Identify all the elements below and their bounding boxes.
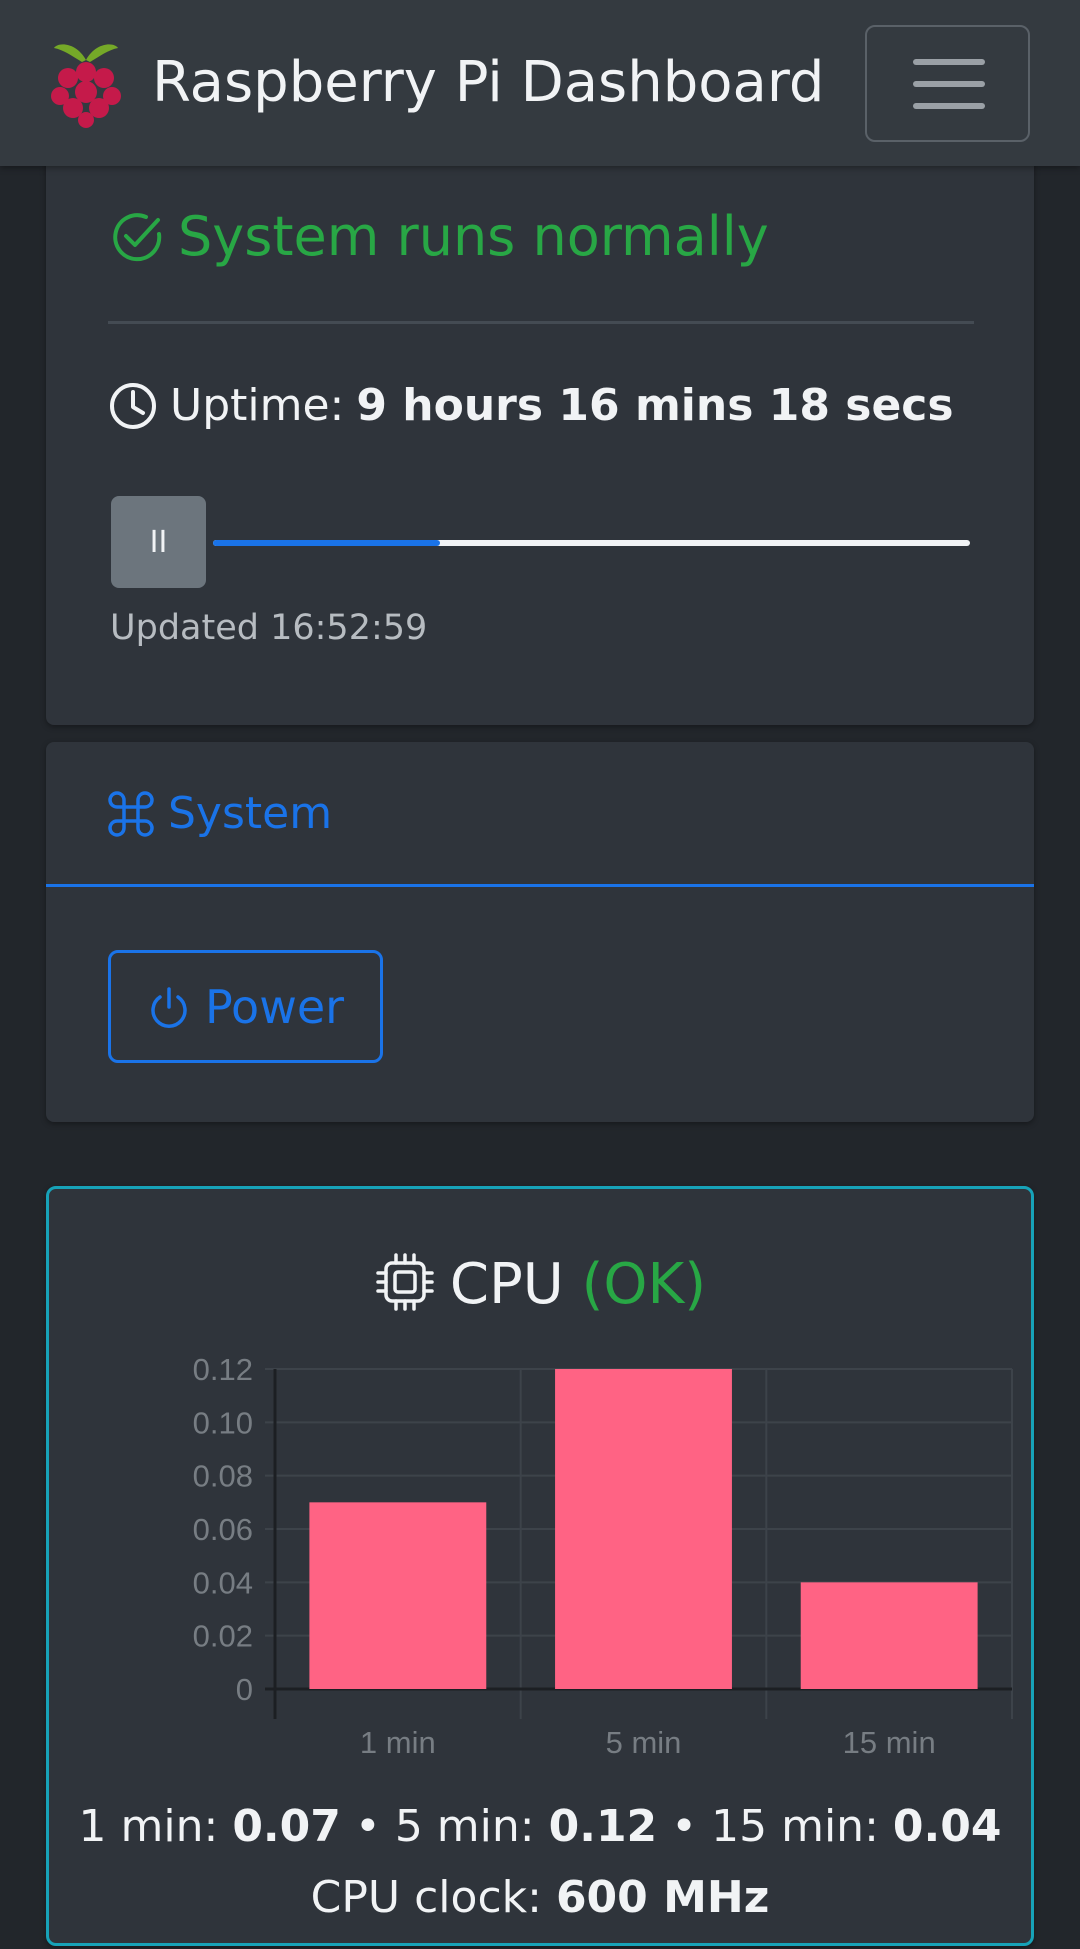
load-15-value: 0.04: [892, 1801, 1002, 1852]
separator: •: [354, 1801, 381, 1852]
navbar: Raspberry Pi Dashboard: [0, 0, 1080, 166]
uptime-value: 9 hours 16 mins 18 secs: [356, 380, 954, 431]
pause-icon: II: [149, 524, 168, 560]
y-tick-label: 0.04: [193, 1565, 253, 1600]
divider: [108, 321, 974, 324]
status-heading: System runs normally: [110, 205, 769, 268]
cpu-clock-value: 600 MHz: [555, 1872, 770, 1923]
tab-system-label: System: [168, 788, 333, 839]
cpu-chip-icon: [376, 1253, 434, 1311]
x-tick-label: 15 min: [843, 1725, 936, 1760]
bar-5-min: [555, 1369, 732, 1689]
check-circle-icon: [113, 212, 162, 261]
power-icon: [151, 986, 187, 1028]
separator: •: [671, 1801, 698, 1852]
uptime-label: Uptime:: [170, 380, 345, 431]
load-5-label: 5 min:: [394, 1801, 535, 1852]
cpu-card: CPU (OK) 0 0.02 0.04 0.06 0.08 0.10 0.12 1 min 5…: [46, 1186, 1034, 1946]
refresh-progress-fill: [213, 540, 441, 546]
load-1-value: 0.07: [232, 1801, 341, 1852]
cpu-clock-label: CPU clock:: [310, 1872, 542, 1923]
y-tick-label: 0.06: [193, 1512, 253, 1547]
raspberry-pi-logo[interactable]: [46, 38, 126, 128]
bar-1-min: [309, 1502, 487, 1689]
cpu-title: CPU: [449, 1252, 564, 1317]
hamburger-line: [913, 103, 985, 109]
tab-system[interactable]: System: [108, 788, 332, 839]
cpu-heading: CPU (OK): [49, 1251, 1031, 1317]
power-button-label: Power: [204, 979, 345, 1034]
power-button[interactable]: Power: [108, 950, 383, 1063]
clock-icon: [110, 382, 156, 429]
app-title[interactable]: Raspberry Pi Dashboard: [152, 50, 824, 115]
load-averages: 1 min: 0.07 • 5 min: 0.12 • 15 min: 0.04: [49, 1801, 1031, 1852]
status-card: System runs normally Uptime: 9 hours 16 …: [46, 150, 1034, 725]
bar-15-min: [800, 1582, 978, 1689]
tab-underline: [46, 884, 1034, 887]
load-15-label: 15 min:: [711, 1801, 879, 1852]
x-tick-label: 1 min: [360, 1725, 436, 1760]
y-tick-label: 0.02: [193, 1619, 253, 1654]
last-updated: Updated 16:52:59: [110, 608, 428, 648]
refresh-progress-bar: [213, 540, 970, 546]
load-5-value: 0.12: [548, 1801, 658, 1852]
x-tick-label: 5 min: [606, 1725, 682, 1760]
pause-button[interactable]: II: [111, 496, 206, 588]
y-tick-label: 0: [236, 1672, 253, 1707]
uptime: Uptime: 9 hours 16 mins 18 secs: [108, 380, 954, 431]
y-tick-label: 0.12: [193, 1352, 253, 1387]
y-tick-label: 0.08: [193, 1459, 253, 1494]
cpu-load-chart: 0 0.02 0.04 0.06 0.08 0.10 0.12 1 min 5 min 15 mi…: [193, 1352, 1013, 1760]
hamburger-menu-icon: [913, 59, 985, 65]
load-1-label: 1 min:: [78, 1801, 219, 1852]
hamburger-line: [913, 81, 985, 87]
status-message: System runs normally: [178, 205, 769, 268]
cpu-clock: CPU clock: 600 MHz: [49, 1872, 1031, 1923]
system-card: System Power: [46, 742, 1034, 1122]
y-tick-label: 0.10: [193, 1405, 253, 1440]
command-icon: [108, 790, 154, 837]
menu-toggle-button[interactable]: [865, 25, 1030, 142]
cpu-status: (OK): [581, 1252, 707, 1317]
